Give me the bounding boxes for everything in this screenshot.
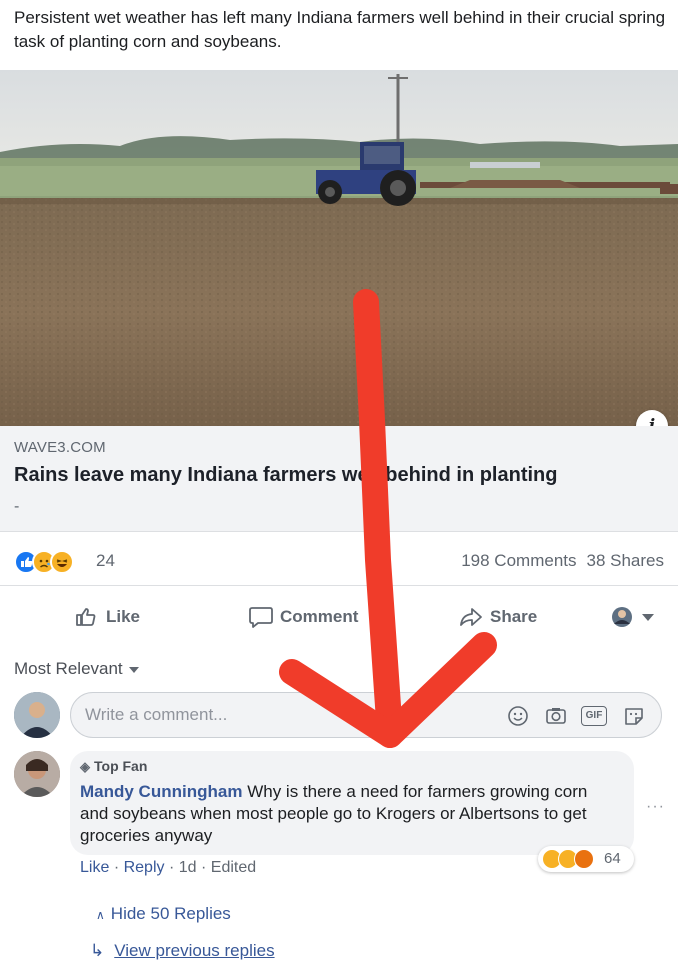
more-options-icon[interactable]: ··· [646,798,665,816]
comment-bubble: ◈ Top Fan Mandy Cunningham Why is there a… [70,751,634,855]
link-title[interactable]: Rains leave many Indiana farmers well be… [14,464,557,487]
engagement-counts: 198 Comments 38 Shares [461,551,664,571]
view-previous-label: View previous replies [114,941,275,960]
caret-down-icon [128,666,139,673]
meta-separator: · [200,859,207,876]
farm-field-photo [0,70,678,426]
share-count[interactable]: 38 Shares [587,551,665,570]
gif-icon[interactable]: GIF [581,706,607,726]
meta-separator: · [113,859,120,876]
like-button[interactable]: Like [74,604,140,630]
diamond-icon: ◈ [80,759,90,774]
commenter-avatar[interactable] [14,751,60,797]
camera-icon[interactable] [545,705,567,727]
comment-count[interactable]: 198 Comments [461,551,576,570]
meta-separator: · [168,859,175,876]
share-button[interactable]: Share [458,604,537,630]
hide-replies-label: Hide 50 Replies [110,904,231,923]
chevron-up-icon: ∧ [96,908,105,922]
haha-reaction-icon [50,550,74,574]
current-user-avatar[interactable] [14,692,60,738]
reply-arrow-icon: ↳ [90,941,105,960]
comment-composer[interactable]: GIF [70,692,662,738]
comment-input[interactable] [85,703,485,727]
comment-sort-label: Most Relevant [14,659,123,678]
link-preview[interactable]: WAVE3.COM Rains leave many Indiana farme… [0,426,678,532]
comment-author[interactable]: Mandy Cunningham [80,782,242,801]
reaction-count[interactable]: 24 [96,551,115,571]
comment-like-link[interactable]: Like [80,859,109,876]
sticker-icon[interactable] [623,705,645,727]
hide-replies-link[interactable]: ∧ Hide 50 Replies [96,904,231,924]
comment-reactions[interactable]: 64 [538,846,634,872]
reaction-selector[interactable] [608,605,656,629]
angry-reaction-icon [574,849,594,869]
comment-reply-link[interactable]: Reply [124,859,165,876]
audience-avatar-icon [612,607,654,627]
reactions-summary: 24 198 Comments 38 Shares [0,540,678,586]
edited-label[interactable]: Edited [211,859,256,876]
comment-reaction-count: 64 [604,850,621,867]
post-actions: Like Comment Share [0,592,678,642]
emoji-icon[interactable] [507,705,529,727]
view-previous-replies-link[interactable]: ↳ View previous replies [90,941,275,960]
top-fan-badge[interactable]: ◈ Top Fan [80,758,147,775]
comment-text: Mandy Cunningham Why is there a need for… [80,781,620,847]
comment-meta: Like · Reply · 1d · Edited [80,859,256,877]
top-fan-label: Top Fan [94,758,148,774]
comment-button[interactable]: Comment [248,604,358,630]
share-icon [460,608,482,626]
link-domain: WAVE3.COM [14,439,106,456]
comment-icon [249,607,273,628]
link-description: - [14,498,20,515]
thumbs-up-icon [76,608,96,626]
link-preview-image[interactable] [0,70,678,426]
post-text: Persistent wet weather has left many Ind… [14,8,666,51]
comment-time[interactable]: 1d [179,859,197,876]
comment-sort-dropdown[interactable]: Most Relevant [14,659,139,679]
